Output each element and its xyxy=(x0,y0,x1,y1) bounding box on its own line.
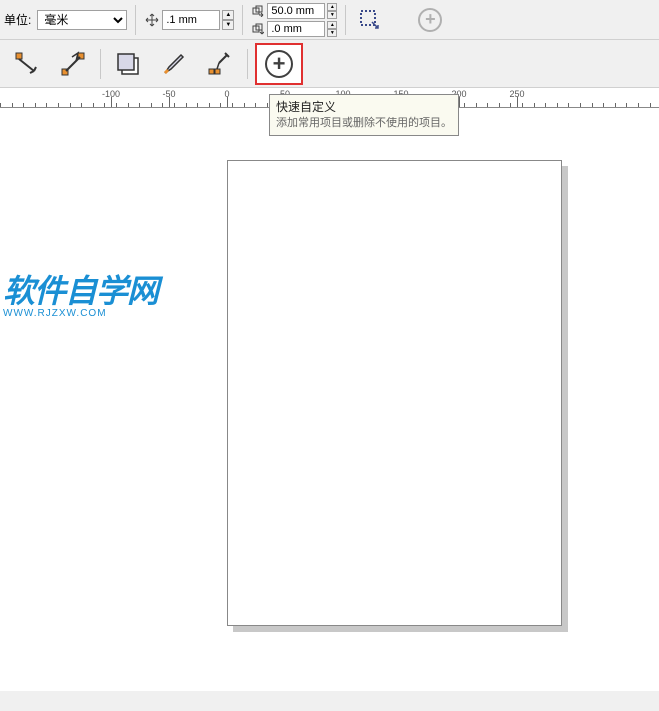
ruler-tick-major xyxy=(227,97,228,107)
ruler-tick-minor xyxy=(638,103,639,107)
snap-segment-icon xyxy=(60,51,86,77)
watermark-main: 软件自学网 xyxy=(3,266,158,312)
tooltip-desc: 添加常用项目或删除不使用的项目。 xyxy=(276,116,452,131)
snap-segment-button[interactable] xyxy=(53,44,93,84)
ruler-tick-minor xyxy=(603,103,604,107)
toolbar: + xyxy=(0,40,659,88)
nudge-offset-icon xyxy=(144,12,160,28)
ruler-tick-minor xyxy=(464,103,465,107)
ruler-tick-minor xyxy=(267,103,268,107)
ruler-tick-minor xyxy=(232,103,233,107)
ruler-tick-minor xyxy=(0,103,1,107)
quick-customize-button[interactable]: + xyxy=(255,43,303,85)
ruler-tick-minor xyxy=(209,103,210,107)
ruler-tick-minor xyxy=(186,103,187,107)
separator xyxy=(345,5,346,35)
treat-as-filled-icon xyxy=(358,8,382,32)
ruler-tick-minor xyxy=(499,103,500,107)
page[interactable] xyxy=(227,160,562,626)
spinner-down[interactable]: ▼ xyxy=(327,11,337,19)
separator xyxy=(100,49,101,79)
ruler-tick-minor xyxy=(476,103,477,107)
ruler-tick-minor xyxy=(197,103,198,107)
ruler-tick-minor xyxy=(12,103,13,107)
ruler-tick-minor xyxy=(104,103,105,107)
outline-tool-button[interactable] xyxy=(154,44,194,84)
spinner-up[interactable]: ▲ xyxy=(327,21,337,29)
ruler-tick-minor xyxy=(35,103,36,107)
ruler-tick-minor xyxy=(568,103,569,107)
ruler-tick-minor xyxy=(510,103,511,107)
duplicate-y-input[interactable] xyxy=(267,21,325,37)
ruler-tick-minor xyxy=(522,103,523,107)
ruler-tick-minor xyxy=(592,103,593,107)
outline-pen-icon xyxy=(161,51,187,77)
duplicate-distance-group: ▲ ▼ ▲ ▼ xyxy=(251,2,337,38)
snap-anchor-button[interactable] xyxy=(7,44,47,84)
ruler-tick-major xyxy=(459,97,460,107)
ruler-tick-major xyxy=(111,97,112,107)
unit-select[interactable]: 毫米 xyxy=(37,10,127,30)
ruler-tick-minor xyxy=(255,103,256,107)
nudge-input[interactable] xyxy=(162,10,220,30)
ruler-tick-minor xyxy=(162,103,163,107)
ruler-tick-minor xyxy=(557,103,558,107)
ruler-tick-minor xyxy=(46,103,47,107)
ruler-tick-minor xyxy=(139,103,140,107)
separator xyxy=(242,5,243,35)
separator xyxy=(247,49,248,79)
nudge-group: ▲ ▼ xyxy=(144,10,234,30)
eyedropper-button[interactable] xyxy=(200,44,240,84)
canvas-area[interactable]: 快速自定义 添加常用项目或删除不使用的项目。 -100-500501001502… xyxy=(0,88,659,691)
ruler-tick-minor xyxy=(116,103,117,107)
ruler-tick-minor xyxy=(545,103,546,107)
nudge-spinner[interactable]: ▲ ▼ xyxy=(222,10,234,30)
ruler-tick-major xyxy=(517,97,518,107)
spinner-down[interactable]: ▼ xyxy=(327,29,337,37)
ruler-tick-minor xyxy=(151,103,152,107)
ruler-tick-minor xyxy=(487,103,488,107)
unit-label: 单位: xyxy=(4,11,31,28)
plus-circle-icon: + xyxy=(418,8,442,32)
bounding-box-button[interactable] xyxy=(108,44,148,84)
ruler-tick-minor xyxy=(220,103,221,107)
ruler-tick-minor xyxy=(70,103,71,107)
ruler-tick-minor xyxy=(81,103,82,107)
eyedropper-icon xyxy=(207,51,233,77)
snap-anchor-icon xyxy=(14,51,40,77)
watermark: 软件自学网 WWW.RJZXW.COM xyxy=(3,266,158,319)
ruler-tick-minor xyxy=(174,103,175,107)
treat-as-filled-button[interactable] xyxy=(356,6,384,34)
ruler-tick-minor xyxy=(58,103,59,107)
ruler-tick-minor xyxy=(93,103,94,107)
duplicate-y-icon xyxy=(251,22,265,36)
dup-x-spinner[interactable]: ▲ ▼ xyxy=(327,3,337,19)
spinner-up[interactable]: ▲ xyxy=(222,10,234,20)
ruler-tick-minor xyxy=(23,103,24,107)
duplicate-x-icon xyxy=(251,4,265,18)
tooltip: 快速自定义 添加常用项目或删除不使用的项目。 xyxy=(269,94,459,136)
property-bar: 单位: 毫米 ▲ ▼ ▲ ▼ xyxy=(0,0,659,40)
ruler-tick-minor xyxy=(128,103,129,107)
ruler-tick-minor xyxy=(615,103,616,107)
quick-customize-top-button[interactable]: + xyxy=(416,6,444,34)
separator xyxy=(135,5,136,35)
ruler-tick-minor xyxy=(626,103,627,107)
dup-y-spinner[interactable]: ▲ ▼ xyxy=(327,21,337,37)
bounding-box-icon xyxy=(115,51,141,77)
plus-circle-icon: + xyxy=(265,50,293,78)
duplicate-x-input[interactable] xyxy=(267,3,325,19)
ruler-tick-major xyxy=(169,97,170,107)
spinner-up[interactable]: ▲ xyxy=(327,3,337,11)
ruler-tick-minor xyxy=(244,103,245,107)
ruler-tick-minor xyxy=(650,103,651,107)
ruler-tick-minor xyxy=(534,103,535,107)
tooltip-title: 快速自定义 xyxy=(276,99,452,116)
ruler-tick-minor xyxy=(580,103,581,107)
spinner-down[interactable]: ▼ xyxy=(222,20,234,30)
